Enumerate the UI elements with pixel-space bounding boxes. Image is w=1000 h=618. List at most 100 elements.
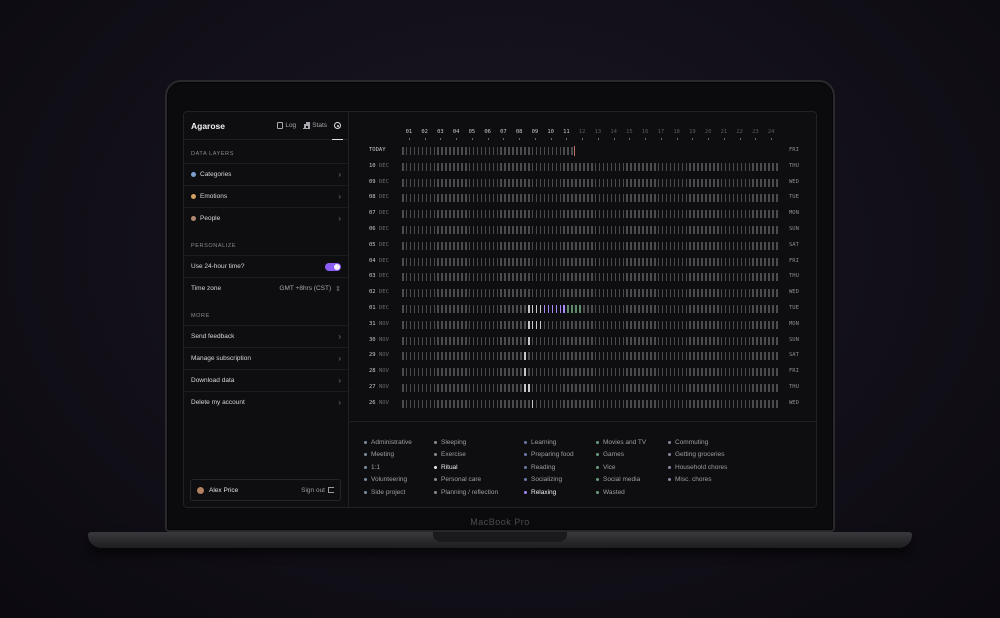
time-cell[interactable] xyxy=(559,226,561,234)
time-cell[interactable] xyxy=(740,352,743,361)
time-cell[interactable] xyxy=(677,384,680,392)
time-cell[interactable] xyxy=(673,210,676,219)
time-cell[interactable] xyxy=(587,305,589,313)
legend-item[interactable]: Side project xyxy=(364,486,412,499)
time-cell[interactable] xyxy=(496,305,498,313)
time-cell[interactable] xyxy=(496,241,498,250)
time-cell[interactable] xyxy=(740,336,743,345)
time-cell[interactable] xyxy=(583,241,585,250)
time-cell[interactable] xyxy=(520,210,522,219)
time-cell[interactable] xyxy=(563,336,565,345)
time-cell[interactable] xyxy=(650,257,652,266)
time-cell[interactable] xyxy=(567,178,569,187)
time-cell[interactable] xyxy=(524,178,526,187)
time-cell[interactable] xyxy=(433,384,435,392)
time-cell[interactable] xyxy=(472,289,475,298)
time-cell[interactable] xyxy=(528,352,530,361)
time-cell[interactable] xyxy=(630,352,632,361)
time-cell[interactable] xyxy=(740,257,743,266)
time-cell[interactable] xyxy=(425,399,428,408)
time-cell[interactable] xyxy=(677,336,680,345)
legend-item[interactable]: Administrative xyxy=(364,436,412,449)
time-cell[interactable] xyxy=(610,399,613,408)
time-cell[interactable] xyxy=(610,352,613,361)
time-cell[interactable] xyxy=(453,226,455,234)
time-cell[interactable] xyxy=(417,147,420,155)
time-cell[interactable] xyxy=(677,241,680,250)
time-cell[interactable] xyxy=(449,241,451,250)
time-cell[interactable] xyxy=(524,194,526,203)
time-cell[interactable] xyxy=(539,305,542,313)
legend-item[interactable]: Volunteering xyxy=(364,474,412,487)
time-cell[interactable] xyxy=(594,257,597,266)
time-cell[interactable] xyxy=(465,210,467,219)
time-cell[interactable] xyxy=(524,147,526,155)
time-cell[interactable] xyxy=(429,178,432,187)
time-cell[interactable] xyxy=(405,257,408,266)
time-cell[interactable] xyxy=(606,241,609,250)
time-cell[interactable] xyxy=(701,368,703,377)
time-cell[interactable] xyxy=(614,162,617,171)
time-cell[interactable] xyxy=(713,210,715,219)
time-cell[interactable] xyxy=(728,194,731,203)
time-cell[interactable] xyxy=(535,162,538,171)
time-cell[interactable] xyxy=(681,162,684,171)
time-cell[interactable] xyxy=(681,194,684,203)
time-cell[interactable] xyxy=(776,241,778,250)
time-cell[interactable] xyxy=(496,289,498,298)
time-cell[interactable] xyxy=(610,273,613,282)
time-cell[interactable] xyxy=(760,289,762,298)
time-cell[interactable] xyxy=(768,162,770,171)
legend-item[interactable]: Movies and TV xyxy=(596,436,646,449)
time-cell[interactable] xyxy=(465,352,467,361)
time-cell[interactable] xyxy=(689,320,691,329)
time-cell[interactable] xyxy=(776,289,778,298)
time-cell[interactable] xyxy=(492,194,495,203)
time-cell[interactable] xyxy=(449,336,451,345)
time-cell[interactable] xyxy=(465,241,467,250)
time-cell[interactable] xyxy=(673,368,676,377)
time-cell[interactable] xyxy=(417,194,420,203)
time-cell[interactable] xyxy=(744,162,747,171)
time-cell[interactable] xyxy=(402,257,404,266)
time-cell[interactable] xyxy=(650,194,652,203)
time-cell[interactable] xyxy=(638,273,640,282)
time-cell[interactable] xyxy=(480,162,483,171)
time-cell[interactable] xyxy=(555,210,558,219)
time-cell[interactable] xyxy=(437,305,439,313)
time-cell[interactable] xyxy=(622,305,624,313)
time-cell[interactable] xyxy=(669,289,672,298)
time-cell[interactable] xyxy=(768,320,770,329)
time-cell[interactable] xyxy=(650,210,652,219)
time-cell[interactable] xyxy=(539,178,542,187)
time-cell[interactable] xyxy=(583,226,585,234)
time-cell[interactable] xyxy=(531,368,534,377)
time-cell[interactable] xyxy=(488,194,491,203)
time-cell[interactable] xyxy=(626,305,628,313)
time-cell[interactable] xyxy=(531,384,534,392)
time-cell[interactable] xyxy=(744,368,747,377)
time-cell[interactable] xyxy=(468,399,471,408)
time-cell[interactable] xyxy=(630,210,632,219)
time-cell[interactable] xyxy=(425,305,428,313)
time-cell[interactable] xyxy=(598,352,601,361)
time-cell[interactable] xyxy=(622,289,624,298)
time-cell[interactable] xyxy=(665,226,668,234)
time-cell[interactable] xyxy=(669,336,672,345)
time-cell[interactable] xyxy=(555,368,558,377)
time-cell[interactable] xyxy=(768,210,770,219)
time-cell[interactable] xyxy=(591,320,593,329)
time-cell[interactable] xyxy=(618,273,621,282)
time-cell[interactable] xyxy=(543,305,546,313)
time-cell[interactable] xyxy=(508,147,510,155)
time-cell[interactable] xyxy=(602,194,605,203)
time-cell[interactable] xyxy=(622,320,624,329)
time-cell[interactable] xyxy=(402,399,404,408)
time-cell[interactable] xyxy=(567,305,569,313)
time-cell[interactable] xyxy=(673,162,676,171)
time-cell[interactable] xyxy=(563,352,565,361)
time-cell[interactable] xyxy=(654,210,656,219)
time-cell[interactable] xyxy=(681,384,684,392)
time-cell[interactable] xyxy=(512,194,514,203)
time-cell[interactable] xyxy=(559,162,561,171)
